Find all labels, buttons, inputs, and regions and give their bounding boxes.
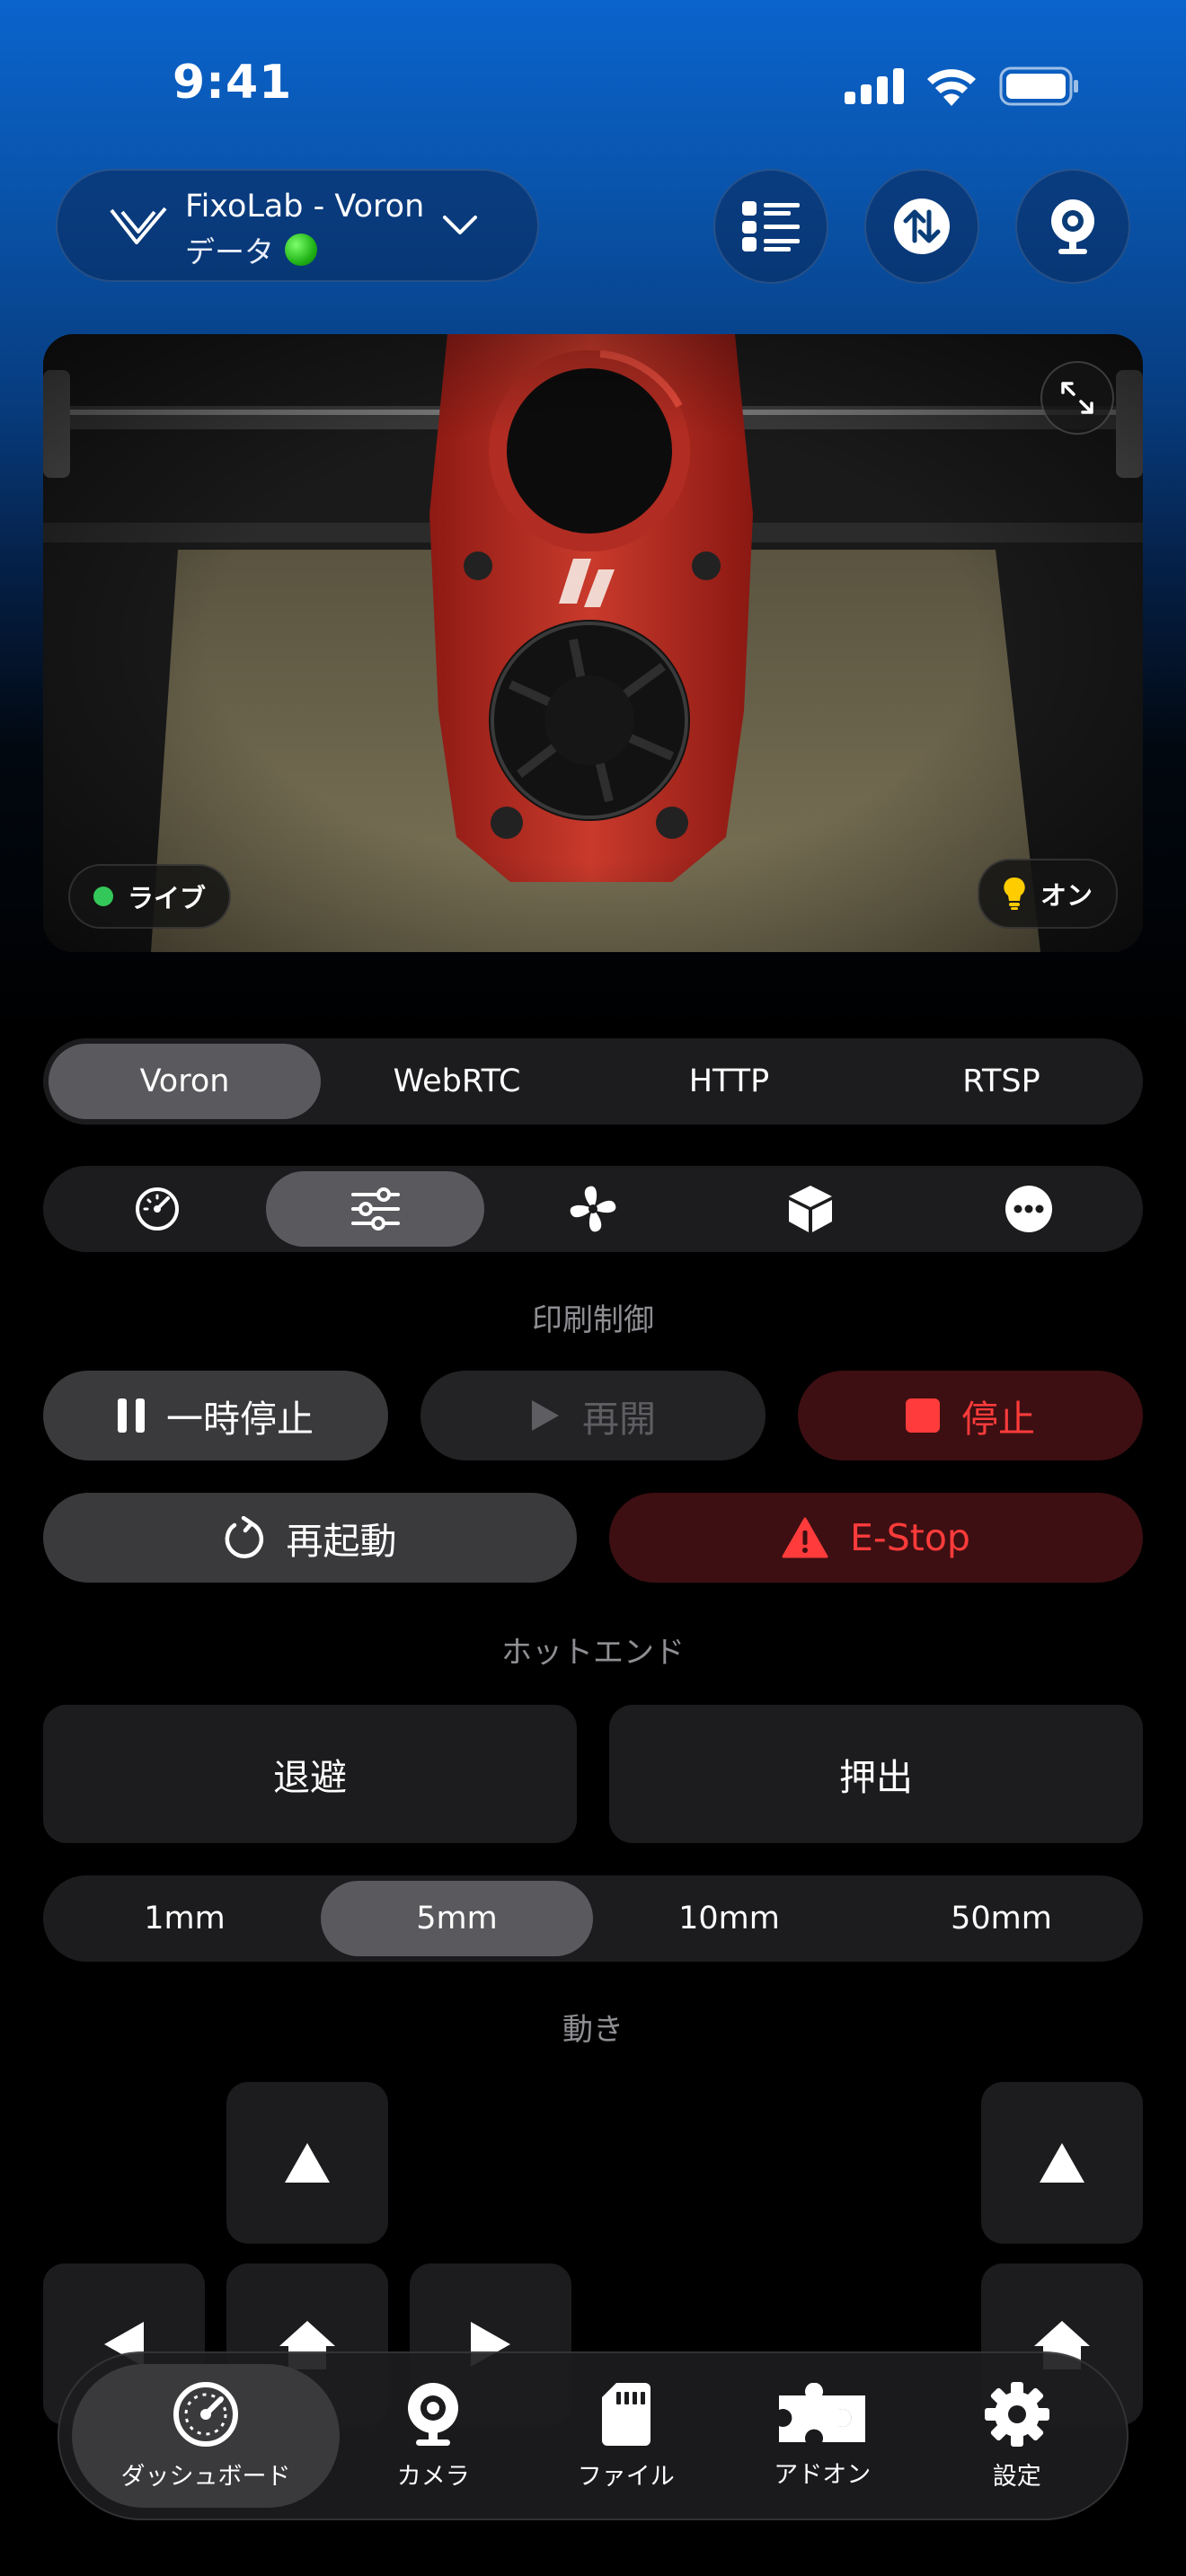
status-time: 9:41 — [173, 56, 293, 110]
pause-button[interactable]: 一時停止 — [43, 1371, 388, 1460]
restart-button[interactable]: 再起動 — [43, 1493, 577, 1583]
warning-icon — [782, 1517, 828, 1558]
tab-filament[interactable] — [702, 1171, 919, 1247]
distance-10mm[interactable]: 10mm — [593, 1881, 865, 1956]
gear-icon — [984, 2381, 1049, 2447]
tab-bar: ダッシュボード カメラ ファイル アドオン 設定 — [58, 2351, 1128, 2520]
restart-label: 再起動 — [286, 1520, 397, 1563]
retract-button[interactable]: 退避 — [43, 1705, 577, 1843]
printer-name: FixoLab - Voron — [185, 189, 425, 225]
restart-icon — [225, 1516, 263, 1558]
camera-icon — [408, 2382, 459, 2446]
gauge-icon — [136, 1187, 180, 1231]
fullscreen-button[interactable] — [1040, 361, 1114, 435]
stop-icon — [906, 1398, 940, 1433]
voron-logo-icon — [110, 207, 167, 244]
stop-button[interactable]: 停止 — [798, 1371, 1143, 1460]
printer-status: データ — [185, 228, 317, 271]
expand-icon — [1061, 382, 1093, 414]
dashboard-icon — [173, 2381, 238, 2447]
tab-dashboard-label: ダッシュボード — [120, 2462, 291, 2491]
play-icon — [532, 1400, 559, 1431]
tab-addons-label: アドオン — [774, 2460, 872, 2489]
tab-camera[interactable]: カメラ — [340, 2364, 527, 2508]
estop-label: E-Stop — [850, 1516, 970, 1559]
box-icon — [789, 1186, 833, 1232]
battery-icon — [999, 66, 1078, 106]
tab-camera-label: カメラ — [396, 2462, 470, 2491]
tab-sliders[interactable] — [266, 1171, 484, 1247]
move-z-up-button[interactable] — [981, 2082, 1143, 2244]
status-icons — [845, 66, 1080, 106]
tab-voron[interactable]: Voron — [49, 1044, 321, 1119]
sdcard-icon — [601, 2382, 651, 2446]
distance-50mm[interactable]: 50mm — [865, 1881, 1137, 1956]
resume-label: 再開 — [582, 1398, 656, 1441]
puzzle-icon — [779, 2382, 866, 2442]
tab-addons[interactable]: アドオン — [725, 2364, 920, 2508]
light-toggle[interactable]: オン — [977, 859, 1118, 929]
hotend-title: ホットエンド — [501, 1635, 685, 1671]
camera-feed[interactable]: ライブ オン — [43, 334, 1143, 952]
distance-5mm[interactable]: 5mm — [321, 1881, 593, 1956]
pause-icon — [118, 1398, 145, 1433]
list-button[interactable] — [713, 169, 828, 284]
signal-icon — [845, 68, 904, 104]
lightbulb-icon — [1004, 877, 1025, 910]
move-y-up-button[interactable] — [226, 2082, 388, 2244]
tab-fan[interactable] — [484, 1171, 702, 1247]
tab-files-label: ファイル — [577, 2462, 675, 2491]
live-label: ライブ — [128, 883, 207, 913]
arrow-up-icon — [285, 2143, 330, 2183]
webcam-icon — [1051, 199, 1094, 254]
tab-http[interactable]: HTTP — [593, 1044, 865, 1119]
live-dot-icon — [93, 887, 113, 906]
sliders-icon — [350, 1187, 400, 1231]
estop-button[interactable]: E-Stop — [609, 1493, 1143, 1583]
arrow-up-icon — [1040, 2143, 1084, 2183]
light-label: オン — [1040, 880, 1093, 911]
printer-selector[interactable]: FixoLab - Voron データ — [56, 169, 539, 282]
tab-rtsp[interactable]: RTSP — [865, 1044, 1137, 1119]
control-tabs — [43, 1166, 1143, 1252]
extrude-distance-tabs: 1mm 5mm 10mm 50mm — [43, 1875, 1143, 1962]
transfer-button[interactable] — [864, 169, 979, 284]
stop-label: 停止 — [961, 1398, 1035, 1441]
tab-webrtc[interactable]: WebRTC — [321, 1044, 593, 1119]
live-badge: ライブ — [68, 864, 232, 929]
tab-settings[interactable]: 設定 — [919, 2364, 1114, 2508]
motion-title: 動き — [562, 2012, 624, 2048]
chevron-down-icon — [443, 216, 477, 234]
camera-image — [43, 334, 1143, 952]
tab-settings-label: 設定 — [992, 2462, 1041, 2491]
stream-tabs: Voron WebRTC HTTP RTSP — [43, 1038, 1143, 1125]
list-icon — [742, 201, 800, 251]
pause-label: 一時停止 — [166, 1398, 314, 1441]
tab-files[interactable]: ファイル — [527, 2364, 725, 2508]
status-dot-icon — [285, 234, 317, 266]
webcam-button[interactable] — [1015, 169, 1130, 284]
printer-subtitle: データ — [185, 234, 274, 269]
distance-1mm[interactable]: 1mm — [49, 1881, 321, 1956]
tab-more[interactable] — [920, 1171, 1137, 1247]
more-icon — [1005, 1186, 1052, 1232]
wifi-icon — [927, 69, 976, 106]
extrude-button[interactable]: 押出 — [609, 1705, 1143, 1843]
print-control-title: 印刷制御 — [532, 1302, 654, 1338]
fan-icon — [570, 1186, 616, 1232]
tab-gauge[interactable] — [49, 1171, 266, 1247]
tab-dashboard[interactable]: ダッシュボード — [72, 2364, 340, 2508]
resume-button[interactable]: 再開 — [420, 1371, 766, 1460]
transfer-icon — [894, 198, 950, 254]
